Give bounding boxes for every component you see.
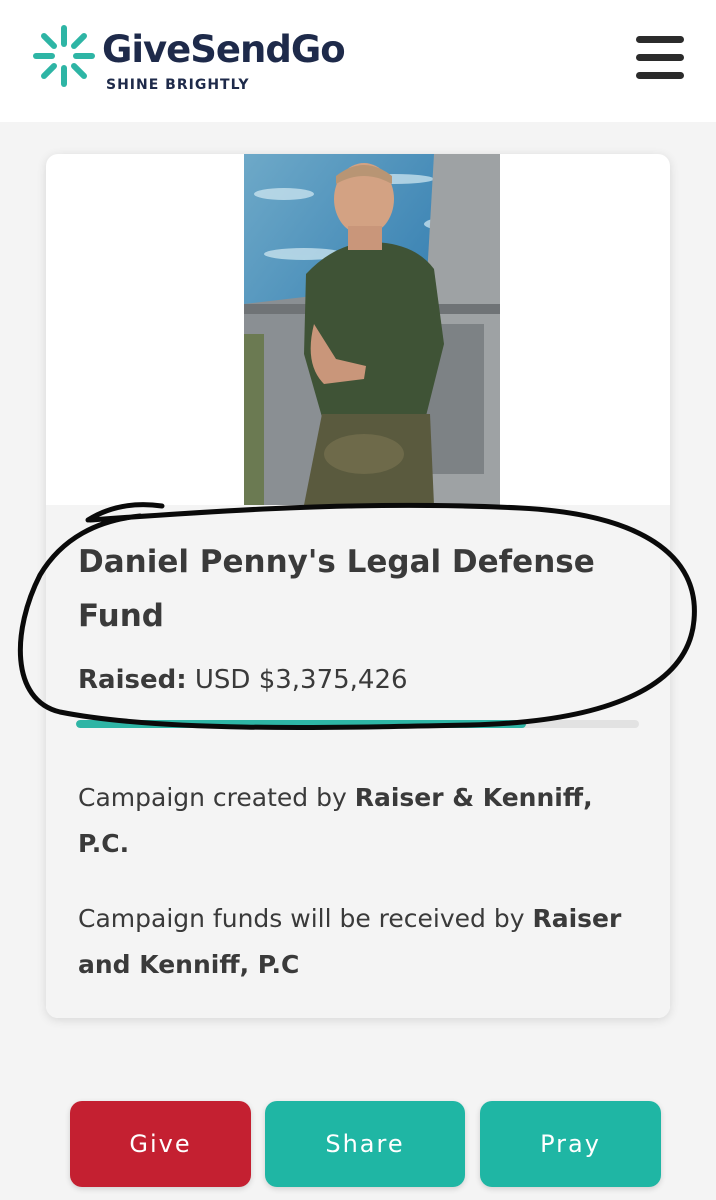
site-logo[interactable]: GiveSendGo SHINE BRIGHTLY	[28, 20, 388, 100]
creator-prefix: Campaign created by	[78, 783, 347, 812]
page: GiveSendGo SHINE BRIGHTLY Daniel Penny's…	[0, 0, 716, 1200]
sunburst-logo-icon	[33, 25, 95, 87]
raised-label: Raised:	[78, 665, 187, 695]
site-header: GiveSendGo SHINE BRIGHTLY	[0, 0, 716, 122]
progress-fill	[76, 720, 527, 728]
menu-bar	[636, 72, 684, 79]
raised-amount: Raised: USD $3,375,426	[78, 665, 408, 695]
fundraising-progress-bar	[76, 720, 639, 728]
logo-wordmark: GiveSendGo	[102, 28, 346, 71]
hamburger-menu-icon[interactable]	[630, 34, 686, 80]
campaign-title[interactable]: Daniel Penny's Legal Defense Fund	[78, 535, 638, 643]
recipient-prefix: Campaign funds will be received by	[78, 904, 525, 933]
menu-bar	[636, 36, 684, 43]
campaign-photo[interactable]	[244, 154, 500, 505]
campaign-details: Daniel Penny's Legal Defense Fund Raised…	[46, 505, 670, 1018]
pray-button[interactable]: Pray	[480, 1101, 661, 1187]
raised-value: USD $3,375,426	[194, 665, 408, 695]
share-button[interactable]: Share	[265, 1101, 465, 1187]
campaign-creator: Campaign created by Raiser & Kenniff, P.…	[78, 775, 638, 867]
give-button[interactable]: Give	[70, 1101, 251, 1187]
campaign-card: Daniel Penny's Legal Defense Fund Raised…	[46, 154, 670, 1018]
menu-bar	[636, 54, 684, 61]
logo-tagline: SHINE BRIGHTLY	[106, 77, 250, 93]
campaign-recipient: Campaign funds will be received by Raise…	[78, 896, 638, 988]
